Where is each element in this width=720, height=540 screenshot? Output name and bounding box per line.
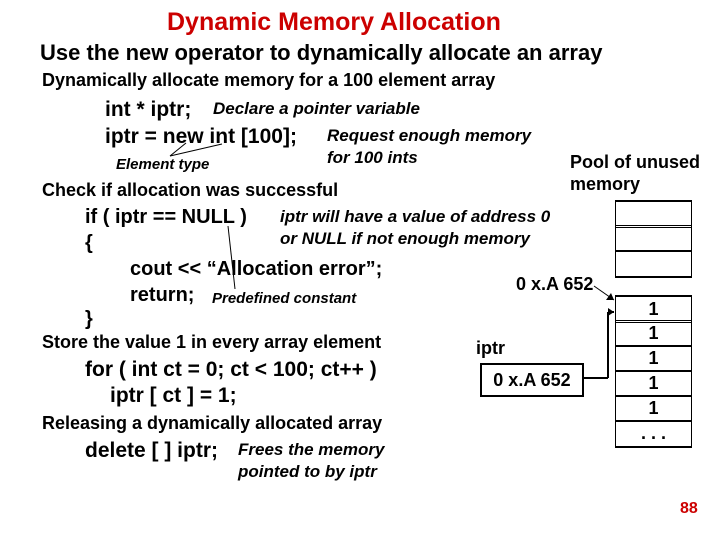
page-number: 88 (680, 500, 698, 518)
iptr-value-box: 0 x.A 652 (480, 363, 584, 397)
annot-return: Predefined constant (212, 290, 356, 307)
memory-cell-0: 1 (615, 295, 692, 323)
memory-cell-dots: . . . (615, 420, 692, 448)
memory-cell-empty-1 (615, 225, 692, 252)
annot-new-1: Request enough memory (327, 126, 531, 146)
iptr-label: iptr (476, 338, 505, 359)
code-decl: int * iptr; (105, 98, 191, 122)
annot-if-1: iptr will have a value of address 0 (280, 207, 550, 227)
pool-label-1: Pool of unused (570, 152, 700, 173)
annot-new-2: for 100 ints (327, 148, 418, 168)
slide-title: Dynamic Memory Allocation (167, 8, 501, 37)
subhead-store: Store the value 1 in every array element (42, 332, 381, 353)
annot-delete-2: pointed to by iptr (238, 462, 377, 482)
code-delete: delete [ ] iptr; (85, 439, 218, 463)
subhead-check: Check if allocation was successful (42, 180, 338, 201)
memory-cell-4: 1 (615, 395, 692, 422)
intro-line: Use the new operator to dynamically allo… (40, 40, 602, 66)
mem-addr-label: 0 x.A 652 (516, 274, 593, 295)
memory-cell-1: 1 (615, 320, 692, 347)
subhead-release: Releasing a dynamically allocated array (42, 413, 382, 434)
annot-delete-1: Frees the memory (238, 440, 384, 460)
memory-cell-empty-2 (615, 250, 692, 278)
code-new: iptr = new int [100]; (105, 125, 297, 149)
code-return: return; (130, 284, 194, 307)
annot-decl: Declare a pointer variable (213, 99, 420, 119)
code-if: if ( iptr == NULL ) (85, 206, 247, 229)
code-for: for ( int ct = 0; ct < 100; ct++ ) (85, 358, 377, 382)
brace-close: } (85, 308, 93, 331)
annot-element-type: Element type (116, 156, 209, 173)
annot-if-2: or NULL if not enough memory (280, 229, 530, 249)
code-cout: cout << “Allocation error”; (130, 258, 382, 281)
memory-cell-2: 1 (615, 345, 692, 372)
subhead-allocate: Dynamically allocate memory for a 100 el… (42, 70, 495, 91)
brace-open: { (85, 232, 93, 255)
code-assign: iptr [ ct ] = 1; (110, 384, 237, 408)
memory-cell-3: 1 (615, 370, 692, 397)
pool-label-2: memory (570, 174, 640, 195)
memory-cell-empty-0 (615, 200, 692, 228)
